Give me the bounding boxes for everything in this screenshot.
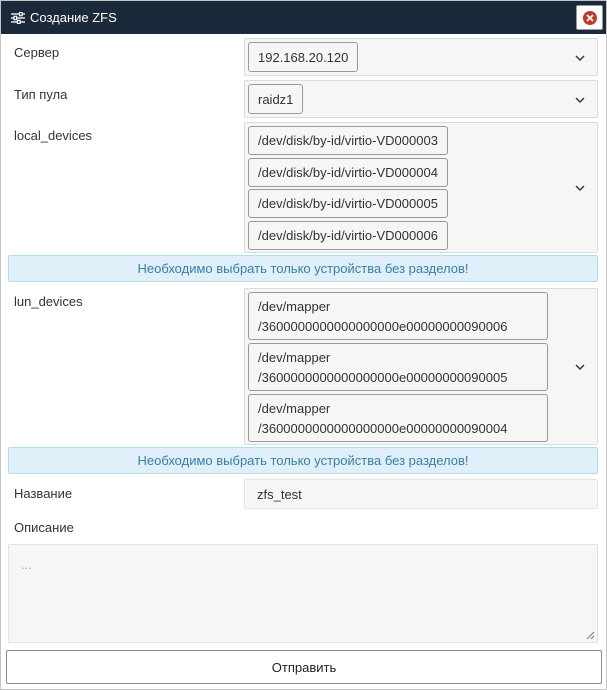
lun-device-line: /3600000000000000000e00000000090006 [258, 318, 508, 334]
close-icon [582, 10, 597, 25]
lun-device-chip[interactable]: /dev/mapper /3600000000000000000e0000000… [248, 292, 548, 340]
create-zfs-dialog: Создание ZFS Сервер 192.168.20.120 Тип п… [0, 0, 607, 690]
pool-type-label: Тип пула [14, 87, 68, 102]
resize-handle-icon[interactable] [586, 631, 595, 640]
lun-device-chip[interactable]: /dev/mapper /3600000000000000000e0000000… [248, 394, 548, 442]
local-device-chip[interactable]: /dev/disk/by-id/virtio-VD000004 [248, 158, 448, 187]
local-device-chip[interactable]: /dev/disk/by-id/virtio-VD000006 [248, 221, 448, 250]
server-label: Сервер [14, 45, 60, 60]
local-devices-label: local_devices [14, 128, 93, 143]
server-selected-chip[interactable]: 192.168.20.120 [248, 42, 359, 72]
description-placeholder: ... [21, 557, 32, 572]
lun-devices-label: lun_devices [14, 294, 83, 309]
chevron-down-icon [575, 185, 585, 191]
lun-device-line: /dev/mapper [258, 401, 331, 416]
submit-button[interactable]: Отправить [6, 650, 602, 684]
local-devices-select[interactable]: /dev/disk/by-id/virtio-VD000003 /dev/dis… [244, 122, 598, 253]
name-input[interactable]: zfs_test [244, 479, 598, 509]
chevron-down-icon [575, 97, 585, 103]
pool-type-select[interactable]: raidz1 [244, 80, 598, 118]
dialog-titlebar: Создание ZFS [1, 1, 606, 34]
sliders-icon [11, 11, 25, 24]
lun-device-line: /dev/mapper [258, 350, 331, 365]
local-device-chip[interactable]: /dev/disk/by-id/virtio-VD000003 [248, 126, 448, 155]
lun-devices-notice: Необходимо выбрать только устройства без… [8, 447, 598, 474]
close-button[interactable] [576, 5, 603, 30]
local-device-chip[interactable]: /dev/disk/by-id/virtio-VD000005 [248, 189, 448, 218]
dialog-title: Создание ZFS [30, 10, 117, 25]
lun-devices-select[interactable]: /dev/mapper /3600000000000000000e0000000… [244, 288, 598, 445]
local-devices-notice: Необходимо выбрать только устройства без… [8, 255, 598, 282]
lun-device-line: /3600000000000000000e00000000090004 [258, 420, 508, 436]
description-textarea[interactable]: ... [8, 544, 598, 643]
name-label: Название [14, 486, 73, 501]
lun-device-line: /3600000000000000000e00000000090005 [258, 369, 508, 385]
chevron-down-icon [575, 364, 585, 370]
server-select[interactable]: 192.168.20.120 [244, 38, 598, 76]
description-label: Описание [14, 520, 74, 535]
pool-type-selected-chip[interactable]: raidz1 [248, 84, 304, 114]
chevron-down-icon [575, 55, 585, 61]
lun-device-line: /dev/mapper [258, 299, 331, 314]
lun-device-chip[interactable]: /dev/mapper /3600000000000000000e0000000… [248, 343, 548, 391]
